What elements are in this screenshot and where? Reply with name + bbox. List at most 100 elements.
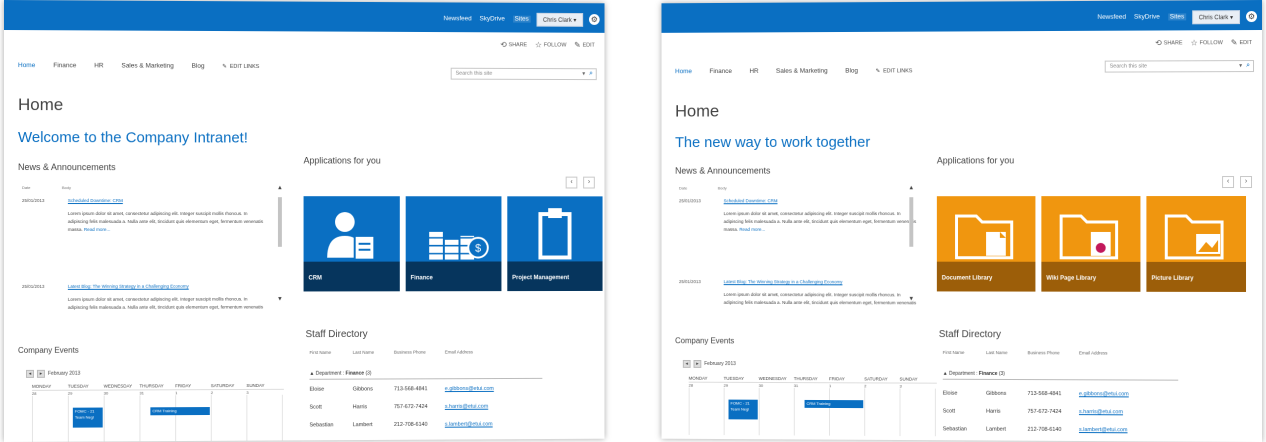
table-row: Scott Harris 757-672-7424 s.harris@etui.… bbox=[943, 408, 1149, 415]
share-button[interactable]: ⟲ SHARE bbox=[1155, 38, 1183, 47]
share-icon: ⟲ bbox=[500, 40, 507, 50]
chevron-down-icon[interactable]: ▼ bbox=[578, 71, 589, 77]
apps-next-button[interactable]: › bbox=[1240, 176, 1253, 189]
edit-button[interactable]: ✎ EDIT bbox=[1231, 38, 1252, 47]
calendar-event[interactable]: CRM Training bbox=[804, 399, 864, 409]
nav-finance[interactable]: Finance bbox=[53, 62, 76, 69]
user-menu[interactable]: Chris Clark ▾ bbox=[536, 12, 584, 27]
suite-link-skydrive[interactable]: SkyDrive bbox=[1134, 14, 1160, 21]
edit-links-button[interactable]: ✎ EDIT LINKS bbox=[222, 63, 259, 69]
news-title-link[interactable]: Scheduled Downtime: CRM bbox=[68, 198, 123, 203]
chevron-down-icon[interactable]: ▼ bbox=[276, 296, 284, 302]
calendar: MONDAY TUESDAY WEDNESDAY THURSDAY FRIDAY… bbox=[31, 383, 284, 442]
suite-link-newsfeed[interactable]: Newsfeed bbox=[1097, 14, 1126, 21]
list-item: 25/01/2013 Latest Blog: The Winning Stra… bbox=[21, 283, 264, 310]
nav-sales-marketing[interactable]: Sales & Marketing bbox=[776, 68, 828, 75]
news-title-link[interactable]: Latest Blog: The Winning Strategy in a C… bbox=[724, 279, 843, 284]
share-button[interactable]: ⟲ SHARE bbox=[500, 40, 527, 49]
calendar-next-button[interactable]: ▸ bbox=[693, 360, 702, 368]
nav-hr[interactable]: HR bbox=[94, 62, 103, 69]
apps-prev-button[interactable]: ‹ bbox=[565, 176, 578, 189]
news-heading: News & Announcements bbox=[17, 162, 116, 173]
apps-heading: Applications for you bbox=[303, 155, 381, 166]
nav-home[interactable]: Home bbox=[675, 68, 692, 75]
search-input[interactable]: Search this site bbox=[452, 71, 579, 77]
suite-link-sites[interactable]: Sites bbox=[1167, 13, 1187, 21]
follow-button[interactable]: ☆ FOLLOW bbox=[1191, 38, 1223, 47]
news-column-headers: Date Body bbox=[678, 185, 727, 191]
staff-heading: Staff Directory bbox=[305, 329, 368, 341]
news-heading: News & Announcements bbox=[675, 165, 771, 176]
calendar-event[interactable]: CRM Training bbox=[150, 407, 210, 416]
apps-pager: ‹ › bbox=[565, 176, 595, 189]
email-link[interactable]: s.lambert@etui.com bbox=[1079, 427, 1148, 433]
chevron-down-icon[interactable]: ▼ bbox=[907, 296, 915, 302]
nav-finance[interactable]: Finance bbox=[709, 68, 731, 75]
folder-wiki-icon bbox=[1041, 196, 1140, 266]
nav-home[interactable]: Home bbox=[18, 62, 35, 69]
nav-blog[interactable]: Blog bbox=[845, 68, 858, 75]
chevron-down-icon[interactable]: ▼ bbox=[1235, 63, 1246, 69]
nav-blog[interactable]: Blog bbox=[192, 63, 205, 70]
suite-link-newsfeed[interactable]: Newsfeed bbox=[443, 15, 471, 22]
suite-link-skydrive[interactable]: SkyDrive bbox=[480, 15, 505, 22]
user-menu[interactable]: Chris Clark ▾ bbox=[1191, 10, 1241, 25]
table-row: Scott Harris 757-672-7424 s.harris@etui.… bbox=[309, 404, 513, 411]
edit-button[interactable]: ✎ EDIT bbox=[574, 41, 595, 50]
calendar-prev-button[interactable]: ◂ bbox=[25, 369, 34, 378]
screenshot-intranet-orange: Newsfeed SkyDrive Sites Chris Clark ▾ ⚙ … bbox=[661, 0, 1262, 442]
news-title-link[interactable]: Latest Blog: The Winning Strategy in a C… bbox=[68, 284, 189, 289]
tile-wiki-page-library[interactable]: Wiki Page Library bbox=[1041, 196, 1141, 292]
gear-icon[interactable]: ⚙ bbox=[588, 14, 600, 25]
pencil-icon: ✎ bbox=[222, 63, 227, 70]
email-link[interactable]: s.harris@etui.com bbox=[1079, 409, 1148, 415]
email-link[interactable]: s.harris@etui.com bbox=[445, 404, 513, 410]
table-row: Eloise Gibbons 713-568-4841 e.gibbons@et… bbox=[309, 386, 513, 393]
nav-sales-marketing[interactable]: Sales & Marketing bbox=[121, 62, 173, 69]
calendar-next-button[interactable]: ▸ bbox=[36, 369, 45, 378]
scrollbar-thumb[interactable] bbox=[909, 197, 914, 247]
search-input[interactable]: Search this site bbox=[1106, 63, 1235, 69]
crm-user-icon bbox=[327, 212, 400, 265]
news-scrollbar[interactable]: ▲ ▼ bbox=[276, 185, 284, 302]
tile-document-library[interactable]: Document Library bbox=[936, 196, 1036, 292]
staff-group-header[interactable]: ▲ Department : Finance (3) bbox=[942, 370, 1179, 381]
edit-links-button[interactable]: ✎ EDIT LINKS bbox=[876, 68, 913, 74]
apps-prev-button[interactable]: ‹ bbox=[1222, 176, 1235, 189]
scrollbar-thumb[interactable] bbox=[277, 197, 282, 247]
search-box[interactable]: Search this site ▼ ⌕ bbox=[450, 67, 597, 81]
nav-hr[interactable]: HR bbox=[749, 68, 758, 75]
tile-crm[interactable]: CRM bbox=[303, 196, 400, 292]
gear-icon[interactable]: ⚙ bbox=[1246, 11, 1258, 23]
calendar-event[interactable]: FOMC - 21 Team Negl bbox=[72, 407, 103, 428]
tile-picture-library[interactable]: Picture Library bbox=[1146, 196, 1247, 292]
coins-icon: $ bbox=[406, 231, 502, 265]
search-box[interactable]: Search this site ▼ ⌕ bbox=[1104, 60, 1255, 73]
email-link[interactable]: e.gibbons@etui.com bbox=[445, 386, 513, 392]
calendar: MONDAY TUESDAY WEDNESDAY THURSDAY FRIDAY… bbox=[688, 376, 937, 437]
star-icon: ☆ bbox=[534, 40, 542, 50]
calendar-event[interactable]: FOMC - 21 Team Negl bbox=[728, 399, 758, 420]
search-icon[interactable]: ⌕ bbox=[589, 70, 596, 78]
news-title-link[interactable]: Scheduled Downtime: CRM bbox=[724, 198, 778, 203]
follow-button[interactable]: ☆ FOLLOW bbox=[535, 40, 567, 49]
read-more-link[interactable]: Read more... bbox=[739, 227, 765, 232]
email-link[interactable]: e.gibbons@etui.com bbox=[1079, 391, 1148, 397]
top-navigation: Home Finance HR Sales & Marketing Blog ✎… bbox=[18, 62, 259, 70]
tile-finance[interactable]: $ Finance bbox=[405, 196, 502, 292]
screenshot-intranet-blue: Newsfeed SkyDrive Sites Chris Clark ▾ ⚙ … bbox=[4, 0, 605, 442]
staff-group-header[interactable]: ▲ Department : Finance (3) bbox=[309, 369, 543, 380]
chevron-up-icon[interactable]: ▲ bbox=[907, 185, 915, 191]
search-icon[interactable]: ⌕ bbox=[1246, 62, 1253, 70]
email-link[interactable]: s.lambert@etui.com bbox=[445, 421, 513, 428]
read-more-link[interactable]: Read more... bbox=[84, 227, 110, 232]
tile-project-management[interactable]: Project Management bbox=[507, 196, 603, 292]
suite-link-sites[interactable]: Sites bbox=[512, 15, 531, 23]
events-heading: Company Events bbox=[675, 336, 735, 346]
list-item: 25/01/2013 Scheduled Downtime: CRM Lorem… bbox=[678, 198, 917, 232]
chevron-up-icon[interactable]: ▲ bbox=[276, 185, 284, 191]
welcome-heading: The new way to work together bbox=[675, 133, 871, 152]
news-scrollbar[interactable]: ▲ ▼ bbox=[907, 185, 915, 302]
calendar-prev-button[interactable]: ◂ bbox=[682, 359, 691, 368]
apps-next-button[interactable]: › bbox=[583, 176, 595, 189]
